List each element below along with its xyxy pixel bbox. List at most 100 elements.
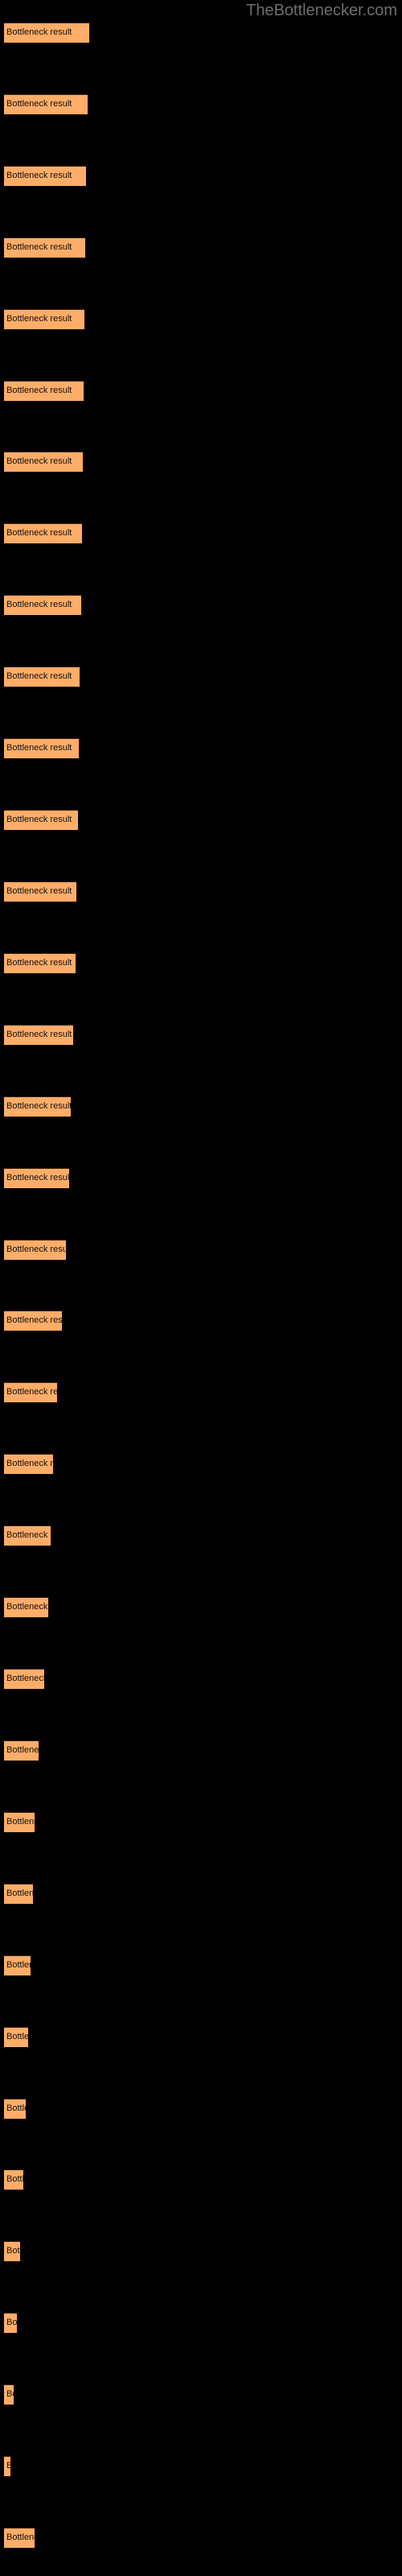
bar-row: Bottleneck result	[4, 2099, 26, 2119]
page-title: TheBottlenecker.com	[246, 2, 397, 19]
bar-label-clip: Bottleneck result	[4, 94, 88, 114]
bar-row: Bottleneck result	[4, 94, 88, 114]
bar-label: Bottleneck result	[6, 1817, 35, 1827]
bar-label: Bottleneck result	[6, 1245, 66, 1254]
bar-label-clip: Bottleneck result	[4, 1240, 66, 1260]
bar-row: Bottleneck result	[4, 2528, 35, 2548]
bar-row: Bottleneck result	[4, 1740, 39, 1761]
bar-row: Bottleneck result	[4, 166, 86, 186]
bar-row: Bottleneck result	[4, 1525, 51, 1546]
bar-row: Bottleneck result	[4, 2169, 23, 2190]
bar-row: Bottleneck result	[4, 1884, 33, 1904]
bar-row: Bottleneck result	[4, 738, 79, 758]
bar-row: Bottleneck result	[4, 1382, 57, 1402]
bar-label-clip: Bottleneck result	[4, 2456, 10, 2476]
bar-label-clip: Bottleneck result	[4, 1382, 57, 1402]
bar-label-clip: Bottleneck result	[4, 1812, 35, 1832]
bar-label-clip: Bottleneck result	[4, 309, 84, 329]
bar-label: Bottleneck result	[6, 1602, 48, 1612]
bar-label: Bottleneck result	[6, 1315, 62, 1325]
bar-label: Bottleneck result	[6, 671, 72, 681]
bar-label: Bottleneck result	[6, 2032, 28, 2041]
bar-label: Bottleneck result	[6, 815, 72, 824]
bar-label-clip: Bottleneck result	[4, 953, 76, 973]
bar-label-clip: Bottleneck result	[4, 1740, 39, 1761]
bar-row: Bottleneck result	[4, 1168, 69, 1188]
bar-row: Bottleneck result	[4, 1454, 53, 1474]
bar-label-clip: Bottleneck result	[4, 1311, 62, 1331]
bar-label-clip: Bottleneck result	[4, 1955, 31, 1975]
bar-row: Bottleneck result	[4, 309, 84, 329]
bar-label: Bottleneck result	[6, 1530, 51, 1540]
bar-row: Bottleneck result	[4, 2456, 10, 2476]
bar-label-clip: Bottleneck result	[4, 2027, 28, 2047]
bar-label-clip: Bottleneck result	[4, 381, 84, 401]
bar-label-clip: Bottleneck result	[4, 1454, 53, 1474]
bar-label: Bottleneck result	[6, 2461, 10, 2471]
bar-label-clip: Bottleneck result	[4, 1025, 73, 1045]
bar-row: Bottleneck result	[4, 881, 76, 902]
bar-label-clip: Bottleneck result	[4, 23, 89, 43]
bar-row: Bottleneck result	[4, 2313, 17, 2333]
bar-label: Bottleneck result	[6, 2246, 20, 2256]
bar-label: Bottleneck result	[6, 386, 72, 395]
bar-label: Bottleneck result	[6, 171, 72, 180]
bar-label: Bottleneck result	[6, 2318, 17, 2327]
bar-label: Bottleneck result	[6, 1030, 72, 1039]
bar-label: Bottleneck result	[6, 2389, 14, 2399]
bar-row: Bottleneck result	[4, 953, 76, 973]
bar-row: Bottleneck result	[4, 1311, 62, 1331]
bar-label-clip: Bottleneck result	[4, 2384, 14, 2405]
bar-row: Bottleneck result	[4, 381, 84, 401]
bar-label-clip: Bottleneck result	[4, 881, 76, 902]
bar-label-clip: Bottleneck result	[4, 810, 78, 830]
bar-label: Bottleneck result	[6, 2103, 26, 2113]
bar-row: Bottleneck result	[4, 1812, 35, 1832]
bar-label-clip: Bottleneck result	[4, 2169, 23, 2190]
bar-label-clip: Bottleneck result	[4, 1884, 33, 1904]
bar-label: Bottleneck result	[6, 743, 72, 753]
bar-row: Bottleneck result	[4, 810, 78, 830]
bar-label-clip: Bottleneck result	[4, 1525, 51, 1546]
bar-label-clip: Bottleneck result	[4, 2313, 17, 2333]
bar-label-clip: Bottleneck result	[4, 166, 86, 186]
bar-row: Bottleneck result	[4, 1669, 44, 1689]
bar-row: Bottleneck result	[4, 595, 81, 615]
bar-label: Bottleneck result	[6, 1889, 33, 1898]
bar-label: Bottleneck result	[6, 242, 72, 252]
bar-label-clip: Bottleneck result	[4, 1096, 71, 1117]
bar-label: Bottleneck result	[6, 1960, 31, 1970]
bar-label: Bottleneck result	[6, 456, 72, 466]
bar-label-clip: Bottleneck result	[4, 1669, 44, 1689]
bottleneck-bar-chart: TheBottlenecker.com Bottleneck result Bot…	[0, 0, 402, 2576]
bar-row: Bottleneck result	[4, 1240, 66, 1260]
bar-label-clip: Bottleneck result	[4, 667, 80, 687]
bar-label: Bottleneck result	[6, 1459, 53, 1468]
bar-row: Bottleneck result	[4, 2384, 14, 2405]
bar-label: Bottleneck result	[6, 1387, 57, 1397]
bar-label-clip: Bottleneck result	[4, 595, 81, 615]
bar-label-clip: Bottleneck result	[4, 523, 82, 543]
bar-row: Bottleneck result	[4, 1597, 48, 1617]
bar-row: Bottleneck result	[4, 1955, 31, 1975]
bar-label: Bottleneck result	[6, 1173, 69, 1183]
bar-row: Bottleneck result	[4, 452, 83, 472]
bar-row: Bottleneck result	[4, 667, 80, 687]
bar-label-clip: Bottleneck result	[4, 1168, 69, 1188]
bar-label: Bottleneck result	[6, 886, 72, 896]
bar-label: Bottleneck result	[6, 314, 72, 324]
bar-row: Bottleneck result	[4, 1025, 73, 1045]
bar-row: Bottleneck result	[4, 1096, 71, 1117]
bar-label: Bottleneck result	[6, 600, 72, 609]
bar-label-clip: Bottleneck result	[4, 2099, 26, 2119]
bar-row: Bottleneck result	[4, 523, 82, 543]
bar-label: Bottleneck result	[6, 1674, 44, 1683]
bar-label: Bottleneck result	[6, 2533, 35, 2542]
bar-label: Bottleneck result	[6, 958, 72, 968]
bar-label-clip: Bottleneck result	[4, 2528, 35, 2548]
bar-label: Bottleneck result	[6, 27, 72, 37]
bar-row: Bottleneck result	[4, 2241, 20, 2261]
bar-row: Bottleneck result	[4, 2027, 28, 2047]
bar-label-clip: Bottleneck result	[4, 1597, 48, 1617]
bar-label: Bottleneck result	[6, 99, 72, 109]
